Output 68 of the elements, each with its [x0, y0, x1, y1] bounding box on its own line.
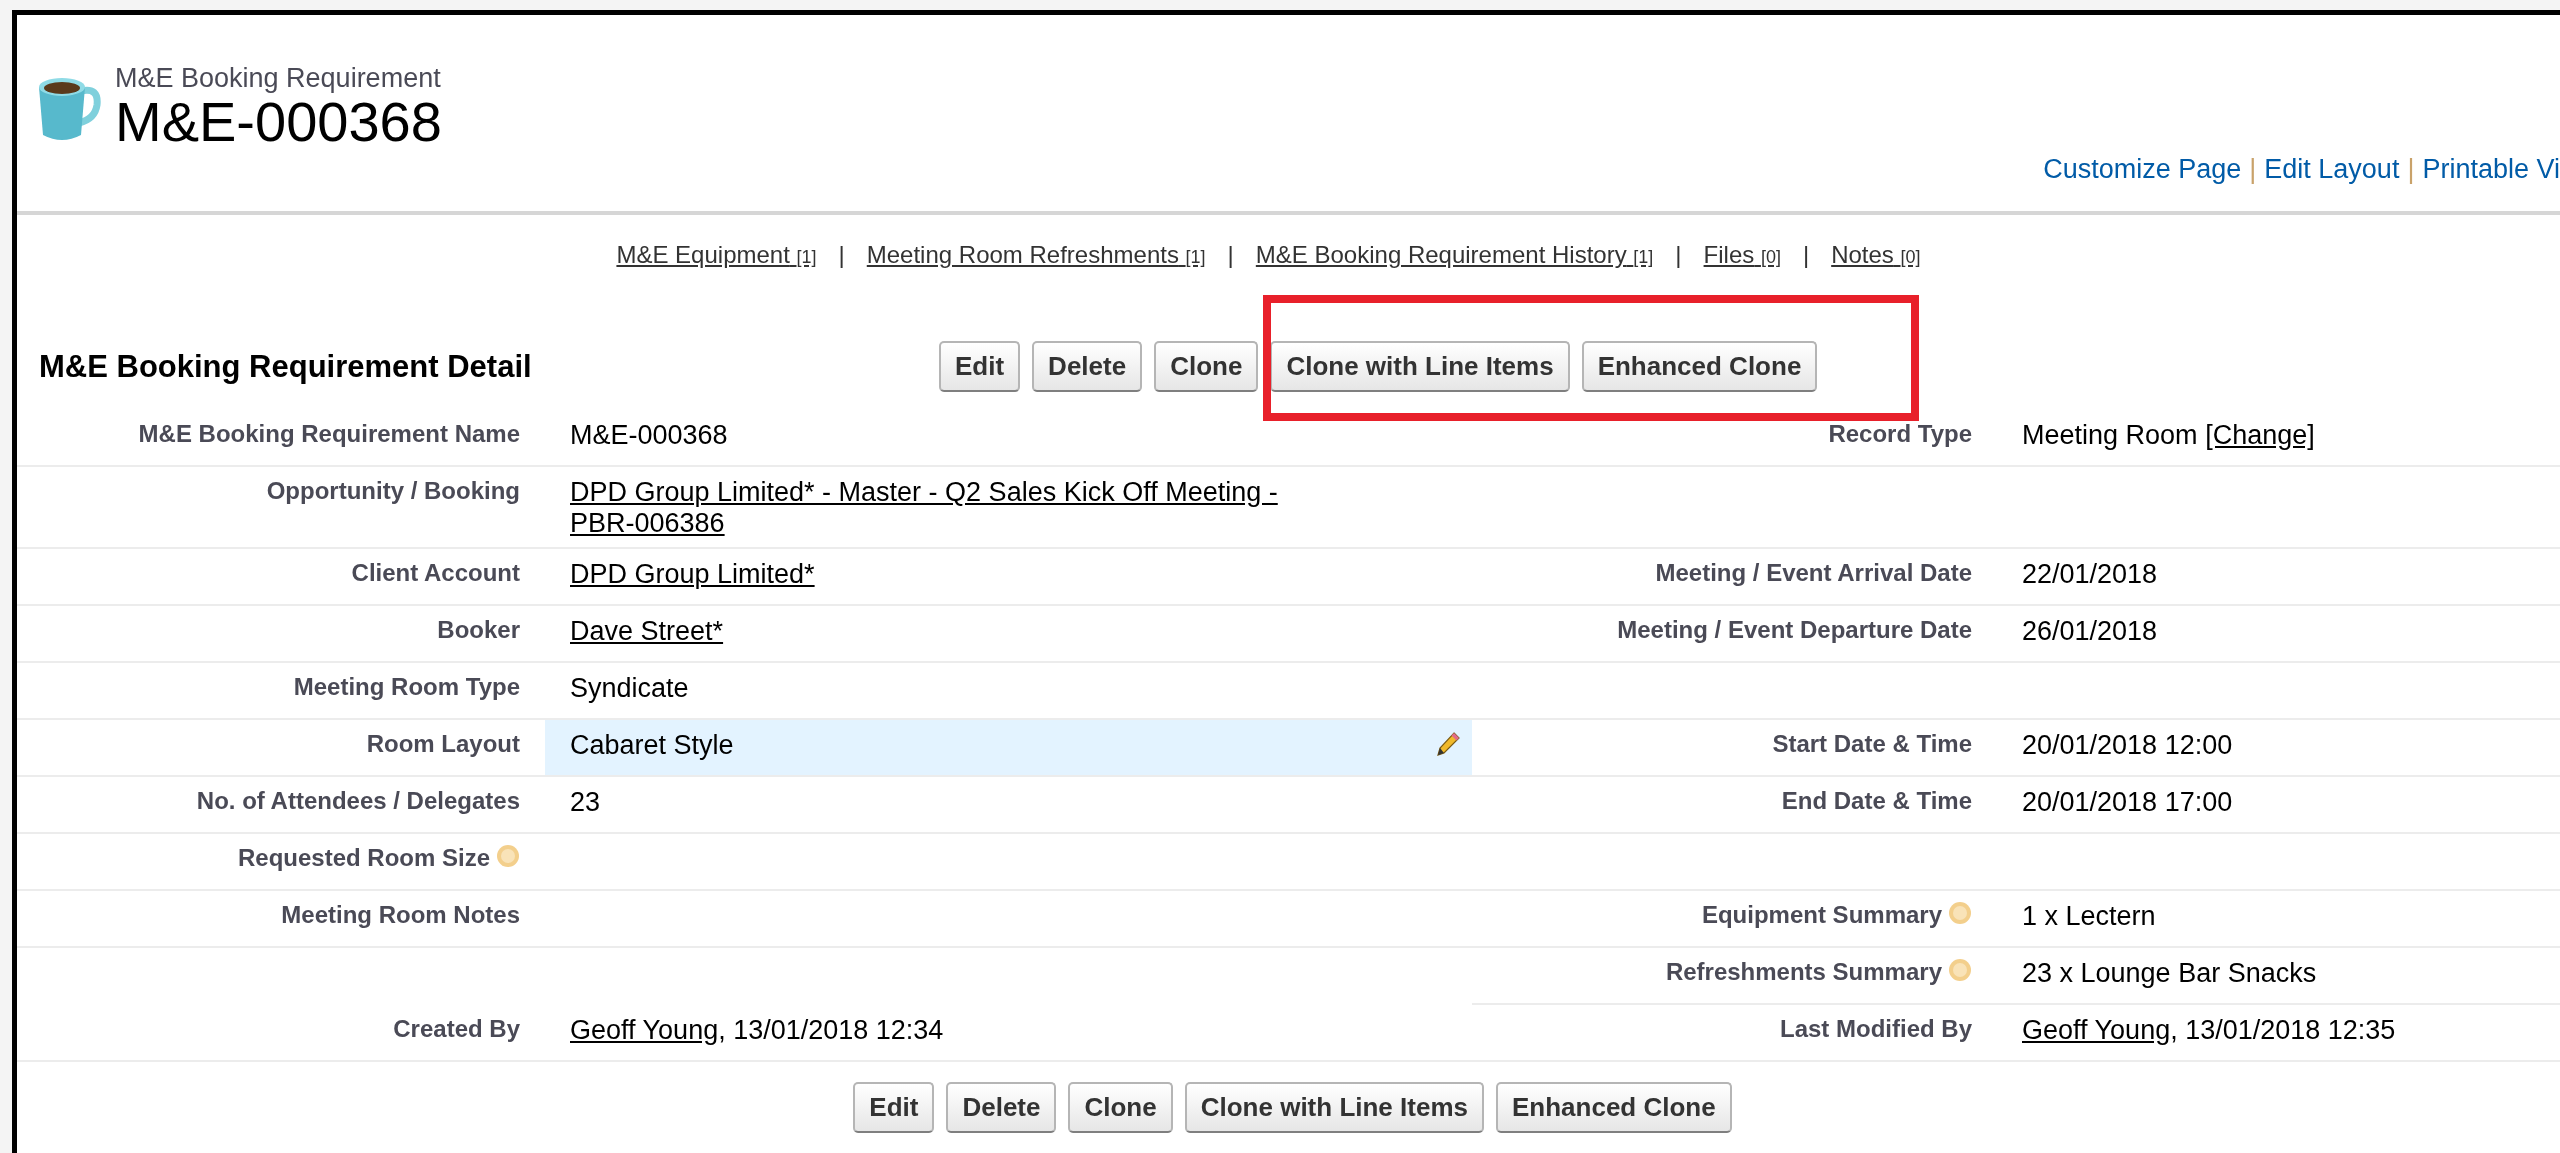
- related-list-link[interactable]: M&E Booking Requirement History [1]: [1255, 241, 1654, 269]
- field-value: M&E-000368: [570, 420, 728, 450]
- field-label: End Date & Time: [1781, 787, 1972, 815]
- field-label: Meeting Room Notes: [281, 901, 520, 929]
- field-label: Start Date & Time: [1772, 730, 1972, 758]
- field-value: 20/01/2018 12:00: [2022, 730, 2233, 760]
- field-label: M&E Booking Requirement Name: [138, 420, 520, 448]
- field-label: Meeting Room Type: [293, 673, 520, 701]
- field-value: 22/01/2018: [2022, 559, 2158, 589]
- field-label: Equipment Summary: [1701, 901, 1942, 929]
- field-label: Meeting / Event Departure Date: [1617, 616, 1972, 644]
- action-button[interactable]: Clone with Line Items: [1184, 1082, 1484, 1133]
- separator: |: [1802, 241, 1810, 269]
- record-link[interactable]: Geoff Young: [2022, 1015, 2171, 1046]
- field-value: Meeting Room: [2022, 420, 2198, 450]
- action-button[interactable]: Enhanced Clone: [1581, 341, 1818, 392]
- help-icon[interactable]: [1948, 901, 1972, 925]
- related-list-link[interactable]: M&E Equipment [1]: [616, 241, 817, 269]
- action-button[interactable]: Edit: [939, 341, 1021, 392]
- separator: |: [2249, 154, 2257, 185]
- separator: |: [1675, 241, 1682, 269]
- record-link[interactable]: DPD Group Limited* - Master - Q2 Sales Kick Off Meeting - PBR-006386: [570, 477, 1310, 539]
- pencil-icon[interactable]: [1434, 730, 1462, 758]
- related-list-link[interactable]: Notes [0]: [1831, 241, 1921, 269]
- page-link[interactable]: Customize Page: [2043, 154, 2242, 185]
- record-link[interactable]: Geoff Young: [570, 1015, 719, 1046]
- object-type: M&E Booking Requirement: [115, 63, 442, 94]
- record-link[interactable]: [Change]: [2205, 420, 2315, 451]
- field-label: Record Type: [1828, 420, 1972, 448]
- related-list-link[interactable]: Files [0]: [1703, 241, 1781, 269]
- field-value: 26/01/2018: [2022, 616, 2158, 646]
- field-label: Client Account: [351, 559, 520, 587]
- record-title: M&E-000368: [115, 94, 442, 150]
- field-value: , 13/01/2018 12:34: [718, 1015, 944, 1045]
- field-label: Last Modified By: [1780, 1015, 1972, 1043]
- action-button[interactable]: Delete: [1032, 341, 1143, 392]
- field-label: Requested Room Size: [237, 844, 490, 872]
- field-label: Opportunity / Booking: [266, 477, 520, 505]
- field-value: 1 x Lectern: [2022, 901, 2156, 931]
- field-label: Created By: [393, 1015, 520, 1043]
- field-value: 23: [570, 787, 601, 817]
- record-link[interactable]: DPD Group Limited*: [570, 559, 815, 590]
- page-link[interactable]: Printable Vi: [2422, 154, 2560, 185]
- field-label: Booker: [437, 616, 520, 644]
- field-value: , 13/01/2018 12:35: [2170, 1015, 2396, 1045]
- separator: |: [838, 241, 845, 269]
- action-button[interactable]: Delete: [946, 1082, 1057, 1133]
- help-icon[interactable]: [1948, 958, 1972, 982]
- field-value: 20/01/2018 17:00: [2022, 787, 2233, 817]
- separator: |: [1227, 241, 1234, 269]
- section-title: M&E Booking Requirement Detail: [39, 348, 533, 385]
- related-list-link[interactable]: Meeting Room Refreshments [1]: [866, 241, 1206, 269]
- field-value: Syndicate: [570, 673, 689, 703]
- field-value: 23 x Lounge Bar Snacks: [2022, 958, 2317, 988]
- field-label: No. of Attendees / Delegates: [196, 787, 520, 815]
- field-label: Room Layout: [366, 730, 520, 758]
- field-value: Cabaret Style: [570, 730, 734, 760]
- help-icon[interactable]: [496, 844, 520, 868]
- action-button[interactable]: Clone: [1068, 1082, 1173, 1133]
- action-button[interactable]: Enhanced Clone: [1495, 1082, 1732, 1133]
- action-button[interactable]: Clone with Line Items: [1270, 341, 1570, 392]
- field-label: Refreshments Summary: [1665, 958, 1942, 986]
- action-button[interactable]: Edit: [853, 1082, 935, 1133]
- action-button[interactable]: Clone: [1154, 341, 1259, 392]
- record-link[interactable]: Dave Street*: [570, 616, 724, 647]
- field-label: Meeting / Event Arrival Date: [1655, 559, 1972, 587]
- page-link[interactable]: Edit Layout: [2264, 154, 2400, 185]
- separator: |: [2407, 154, 2415, 185]
